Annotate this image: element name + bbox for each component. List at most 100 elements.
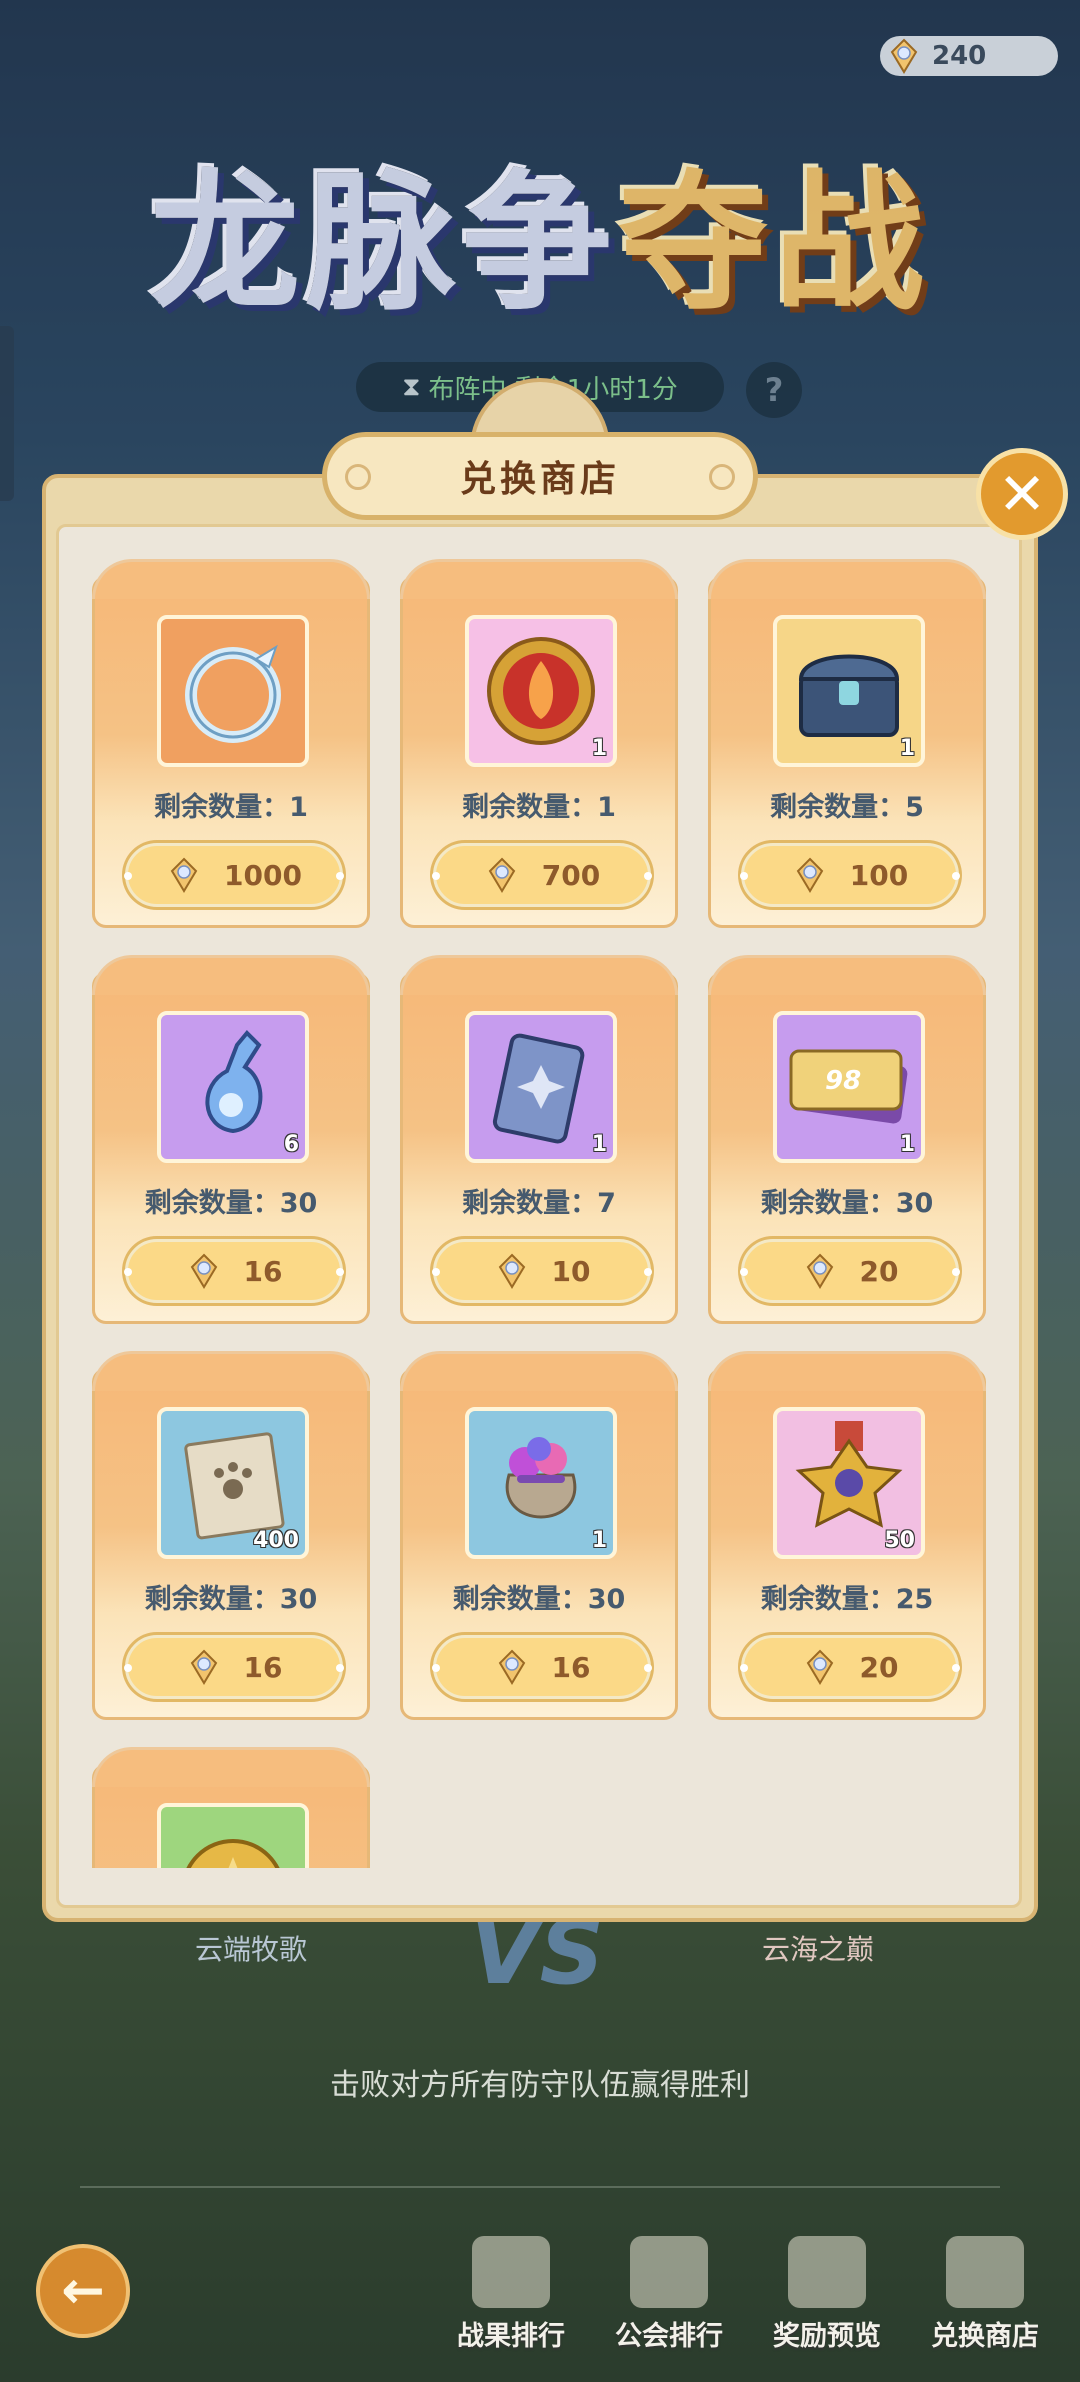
gem-icon <box>802 1253 838 1289</box>
event-title: 龙脉争 夺战 <box>70 120 1010 340</box>
price-button[interactable]: 16 <box>432 1635 652 1699</box>
price-button[interactable]: 20 <box>740 1635 960 1699</box>
hourglass-icon: ⧗ <box>402 371 421 402</box>
remain-count: 剩余数量：30 <box>760 1188 934 1219</box>
shop-item-card[interactable]: 50 剩余数量：25 20 <box>708 1351 986 1720</box>
price-dot <box>432 1268 440 1276</box>
card-cap <box>400 559 678 599</box>
rune-card-icon: 1 <box>465 1011 617 1163</box>
shop-item-card[interactable]: 1 剩余数量：7 10 <box>400 955 678 1324</box>
event-title-cool: 龙脉争 <box>149 154 618 331</box>
shop-icon <box>946 2236 1024 2308</box>
nav-label: 战果排行 <box>457 2321 565 2352</box>
price-dot <box>740 1268 748 1276</box>
gem-icon <box>886 38 922 74</box>
gem-icon <box>792 857 828 893</box>
event-title-warm: 夺战 <box>618 154 931 331</box>
shop-item-grid[interactable]: 剩余数量：1 1000 1 剩余数量：1 700 1 剩余数量：5 100 6 … <box>72 548 1006 1868</box>
gem-icon <box>494 1253 530 1289</box>
team-right-name: 云海之巅 <box>762 1933 875 1966</box>
card-cap <box>708 559 986 599</box>
price-dot <box>644 872 652 880</box>
chest-icon <box>788 2236 866 2308</box>
card-cap <box>400 1351 678 1391</box>
remain-count: 剩余数量：30 <box>452 1584 626 1615</box>
price-amount: 10 <box>551 1254 591 1288</box>
gem-icon <box>186 1649 222 1685</box>
price-dot <box>740 872 748 880</box>
book-icon <box>472 2236 550 2308</box>
price-dot <box>740 1664 748 1672</box>
shop-item-card[interactable]: 6 剩余数量：30 16 <box>92 955 370 1324</box>
gem-icon <box>186 1253 222 1289</box>
remain-count: 剩余数量：1 <box>462 792 616 823</box>
price-amount: 1000 <box>224 858 302 892</box>
remain-count: 剩余数量：25 <box>760 1584 934 1615</box>
guild-icon <box>630 2236 708 2308</box>
ring-icon <box>157 615 309 767</box>
help-button[interactable]: ? <box>746 362 802 418</box>
price-amount: 100 <box>849 858 909 892</box>
shop-item-card[interactable]: 剩余数量：1 1000 <box>92 559 370 928</box>
price-button[interactable]: 1000 <box>124 843 344 907</box>
price-dot <box>432 1664 440 1672</box>
price-amount: 20 <box>859 1254 899 1288</box>
shop-item-card[interactable]: 1 剩余数量：30 16 <box>400 1351 678 1720</box>
gem-icon <box>166 857 202 893</box>
item-count: 1 <box>899 1132 915 1157</box>
divider <box>80 2186 1000 2188</box>
nav-label: 公会排行 <box>615 2321 723 2352</box>
gem-icon <box>802 1649 838 1685</box>
price-dot <box>952 1664 960 1672</box>
price-button[interactable]: 10 <box>432 1239 652 1303</box>
back-button[interactable]: ← <box>36 2244 130 2338</box>
card-cap <box>92 1351 370 1391</box>
nav-label: 奖励预览 <box>773 2321 881 2352</box>
price-dot <box>336 1268 344 1276</box>
gold-coin-icon <box>157 1803 309 1868</box>
nav-guild-ranking[interactable]: 公会排行 <box>604 2236 734 2366</box>
price-dot <box>432 872 440 880</box>
card-cap <box>92 559 370 599</box>
remain-count: 剩余数量：7 <box>462 1188 616 1219</box>
shop-item-card[interactable]: 98 1 剩余数量：30 20 <box>708 955 986 1324</box>
shop-item-card[interactable]: 400 剩余数量：30 16 <box>92 1351 370 1720</box>
price-dot <box>336 872 344 880</box>
currency-amount: 240 <box>932 41 987 71</box>
gem-icon <box>484 857 520 893</box>
nav-label: 兑换商店 <box>931 2321 1039 2352</box>
nav-battle-ranking[interactable]: 战果排行 <box>446 2236 576 2366</box>
price-button[interactable]: 700 <box>432 843 652 907</box>
item-count: 400 <box>253 1528 299 1553</box>
price-button[interactable]: 16 <box>124 1635 344 1699</box>
price-dot <box>124 1664 132 1672</box>
price-button[interactable]: 16 <box>124 1239 344 1303</box>
crystal-potion-icon: 6 <box>157 1011 309 1163</box>
shop-title: 兑换商店 <box>459 459 620 500</box>
item-count: 1 <box>899 736 915 761</box>
shop-item-card[interactable]: 1 剩余数量：5 100 <box>708 559 986 928</box>
card-cap <box>708 955 986 995</box>
shop-item-card[interactable]: 1 剩余数量：1 700 <box>400 559 678 928</box>
price-button[interactable]: 100 <box>740 843 960 907</box>
price-button[interactable]: 20 <box>740 1239 960 1303</box>
nav-reward-preview[interactable]: 奖励预览 <box>762 2236 892 2366</box>
price-amount: 16 <box>551 1650 591 1684</box>
svg-text:98: 98 <box>825 1066 861 1096</box>
card-cap <box>92 955 370 995</box>
nav-exchange-shop[interactable]: 兑换商店 <box>920 2236 1050 2366</box>
price-dot <box>644 1268 652 1276</box>
currency-display: 240 <box>880 36 1058 76</box>
paw-scroll-icon: 400 <box>157 1407 309 1559</box>
remain-count: 剩余数量：30 <box>144 1584 318 1615</box>
card-cap <box>92 1747 370 1787</box>
price-amount: 16 <box>243 1650 283 1684</box>
shop-item-card[interactable] <box>92 1747 370 1868</box>
item-count: 50 <box>884 1528 915 1553</box>
team-left-name: 云端牧歌 <box>195 1933 308 1966</box>
gear-icon <box>345 464 371 490</box>
gem-bag-icon: 1 <box>465 1407 617 1559</box>
side-tab[interactable] <box>0 326 14 501</box>
price-amount: 700 <box>541 858 601 892</box>
close-button[interactable]: ✕ <box>976 448 1068 540</box>
